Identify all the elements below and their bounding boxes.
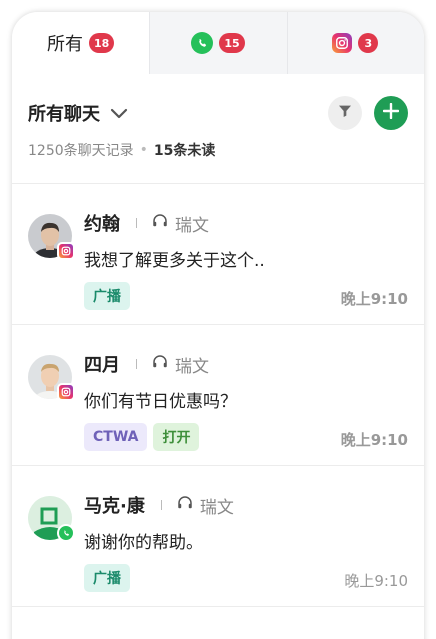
chat-item[interactable]: 约翰 瑞文 我想了解更多关于这个.. 广播 晚上9:10: [12, 184, 424, 325]
whatsapp-icon: [191, 32, 214, 54]
whatsapp-icon: [57, 524, 75, 542]
tag-broadcast[interactable]: 广播: [84, 282, 130, 310]
assigned-agent: 瑞文: [175, 215, 209, 236]
headset-icon: [176, 494, 194, 516]
avatar: [28, 355, 75, 401]
header-actions: [328, 96, 408, 130]
chat-summary: 1250条聊天记录 • 15条未读: [28, 140, 408, 160]
avatar: [28, 496, 75, 542]
chat-name-row: 马克·康 瑞文: [84, 492, 234, 518]
unread-count: 15条未读: [153, 143, 216, 159]
chat-item[interactable]: 四月 瑞文 你们有节日优惠吗？ CTWA 打开 晚上9:10: [12, 325, 424, 466]
chevron-down-icon: [110, 105, 128, 124]
message-preview: 我想了解更多关于这个..: [84, 251, 265, 271]
tab-instagram[interactable]: 3: [286, 12, 424, 74]
message-preview: 谢谢你的帮助。: [84, 533, 203, 553]
tag-open[interactable]: 打开: [153, 423, 200, 451]
timestamp: 晚上9:10: [340, 290, 408, 308]
channel-tabs: 所有 18 15 3: [12, 12, 424, 74]
tab-all[interactable]: 所有 18: [12, 12, 150, 74]
tab-whatsapp[interactable]: 15: [149, 12, 286, 74]
add-chat-button[interactable]: [374, 96, 408, 130]
tag-list: CTWA 打开: [84, 423, 200, 451]
headset-icon: [151, 353, 169, 375]
filter-icon: [337, 103, 353, 123]
divider: [136, 359, 137, 369]
message-preview: 你们有节日优惠吗？: [84, 392, 237, 412]
chat-name-row: 四月 瑞文: [84, 351, 209, 377]
instagram-icon: [332, 33, 353, 53]
chat-item[interactable]: 马克·康 瑞文 谢谢你的帮助。 广播 晚上9:10: [12, 466, 424, 607]
divider: [160, 500, 162, 510]
tab-instagram-count-badge: 3: [358, 33, 379, 53]
tab-whatsapp-count-badge: 15: [219, 33, 245, 53]
tag-ctwa[interactable]: CTWA: [84, 423, 148, 451]
chat-panel: 所有 18 15 3 所有聊天 1250条聊天记录 • 15条未读 约翰 瑞文 …: [12, 12, 424, 639]
timestamp: 晚上9:10: [340, 431, 408, 449]
chat-name-row: 约翰 瑞文: [84, 210, 209, 236]
assigned-agent: 瑞文: [175, 356, 209, 377]
avatar: [28, 214, 75, 260]
filter-button[interactable]: [328, 96, 362, 130]
contact-name: 马克·康: [84, 496, 145, 517]
tab-all-label: 所有: [47, 34, 83, 55]
tag-list: 广播: [84, 282, 130, 310]
page-title: 所有聊天: [28, 104, 100, 125]
instagram-icon: [57, 383, 75, 401]
headset-icon: [151, 212, 169, 234]
instagram-icon: [57, 242, 75, 260]
summary-separator: •: [139, 142, 148, 158]
contact-name: 四月: [84, 355, 120, 376]
tag-broadcast[interactable]: 广播: [84, 564, 130, 592]
list-header: 所有聊天 1250条聊天记录 • 15条未读: [12, 74, 424, 184]
record-count: 1250条聊天记录: [28, 143, 134, 159]
tag-list: 广播: [84, 564, 130, 592]
contact-name: 约翰: [84, 214, 120, 235]
tab-all-count-badge: 18: [89, 33, 115, 53]
assigned-agent: 瑞文: [199, 497, 234, 518]
timestamp: 晚上9:10: [344, 572, 408, 590]
divider: [136, 218, 137, 228]
plus-icon: [382, 102, 400, 123]
